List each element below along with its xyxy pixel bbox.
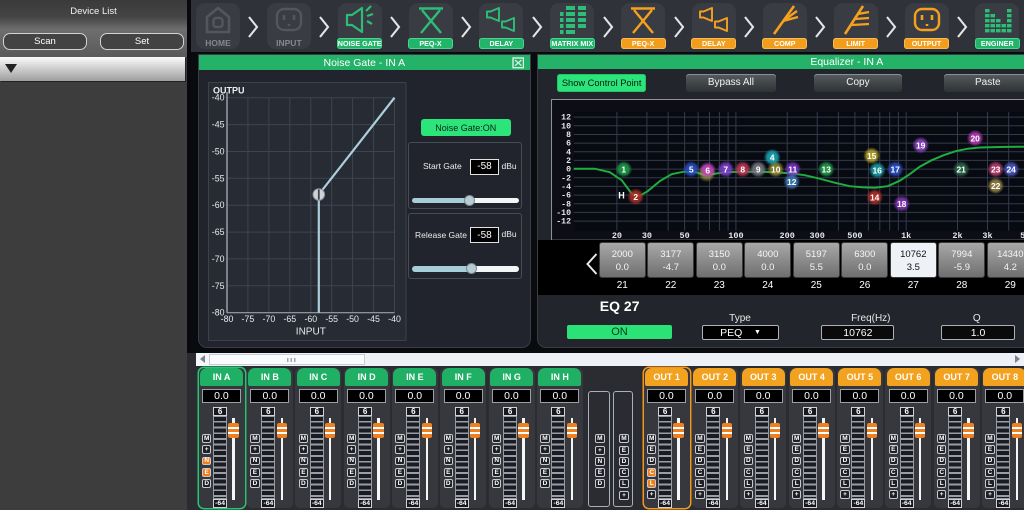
- svg-text:9: 9: [756, 164, 761, 174]
- svg-text:-40: -40: [212, 93, 225, 103]
- svg-text:12: 12: [561, 113, 571, 122]
- svg-text:5k: 5k: [1020, 231, 1024, 241]
- svg-text:50: 50: [680, 231, 690, 241]
- svg-text:-4: -4: [561, 183, 571, 192]
- svg-text:13: 13: [822, 164, 832, 174]
- svg-text:12: 12: [787, 177, 797, 187]
- svg-text:22: 22: [991, 181, 1001, 191]
- svg-text:-40: -40: [388, 314, 401, 324]
- svg-text:2k: 2k: [953, 231, 963, 241]
- svg-text:14: 14: [870, 192, 880, 202]
- svg-text:16: 16: [873, 165, 883, 175]
- svg-text:-60: -60: [304, 314, 317, 324]
- svg-text:-70: -70: [263, 314, 276, 324]
- svg-text:4: 4: [566, 148, 571, 157]
- svg-text:-80: -80: [221, 314, 234, 324]
- svg-text:6: 6: [566, 139, 571, 148]
- svg-text:20: 20: [971, 133, 981, 143]
- svg-text:-75: -75: [242, 314, 255, 324]
- svg-text:23: 23: [991, 164, 1001, 174]
- svg-text:-45: -45: [367, 314, 380, 324]
- svg-text:300: 300: [810, 231, 825, 241]
- svg-text:-50: -50: [346, 314, 359, 324]
- svg-text:5: 5: [689, 164, 694, 174]
- svg-text:200: 200: [780, 231, 795, 241]
- svg-text:-65: -65: [212, 227, 225, 237]
- svg-text:-50: -50: [212, 147, 225, 157]
- svg-text:100: 100: [729, 231, 744, 241]
- svg-text:INPUT: INPUT: [296, 327, 326, 338]
- svg-text:-12: -12: [557, 217, 572, 226]
- svg-text:0: 0: [566, 165, 571, 174]
- svg-text:10: 10: [771, 164, 781, 174]
- svg-text:3k: 3k: [983, 231, 993, 241]
- svg-text:15: 15: [867, 151, 877, 161]
- svg-text:8: 8: [741, 164, 746, 174]
- svg-text:10: 10: [561, 122, 571, 131]
- svg-text:-65: -65: [283, 314, 296, 324]
- svg-text:8: 8: [566, 131, 571, 140]
- svg-text:24: 24: [1007, 164, 1017, 174]
- svg-text:1k: 1k: [901, 231, 911, 241]
- svg-text:-45: -45: [212, 120, 225, 130]
- svg-text:2: 2: [566, 157, 571, 166]
- svg-text:H: H: [619, 190, 626, 200]
- svg-text:18: 18: [897, 199, 907, 209]
- svg-text:-55: -55: [212, 174, 225, 184]
- svg-text:17: 17: [891, 164, 901, 174]
- svg-text:2: 2: [634, 192, 639, 202]
- svg-text:-10: -10: [557, 209, 572, 218]
- svg-text:-2: -2: [561, 174, 571, 183]
- svg-text:-70: -70: [212, 254, 225, 264]
- svg-text:-6: -6: [561, 191, 571, 200]
- svg-text:6: 6: [706, 165, 711, 175]
- svg-text:1: 1: [622, 164, 627, 174]
- svg-text:7: 7: [724, 164, 729, 174]
- svg-text:30: 30: [642, 231, 652, 241]
- svg-text:-8: -8: [561, 200, 571, 209]
- svg-text:-75: -75: [212, 281, 225, 291]
- svg-text:-55: -55: [325, 314, 338, 324]
- svg-text:21: 21: [957, 164, 967, 174]
- svg-text:11: 11: [789, 164, 798, 174]
- svg-text:4: 4: [770, 152, 775, 162]
- svg-text:-60: -60: [212, 200, 225, 210]
- svg-text:19: 19: [916, 140, 926, 150]
- svg-text:500: 500: [848, 231, 863, 241]
- svg-text:20: 20: [612, 231, 622, 241]
